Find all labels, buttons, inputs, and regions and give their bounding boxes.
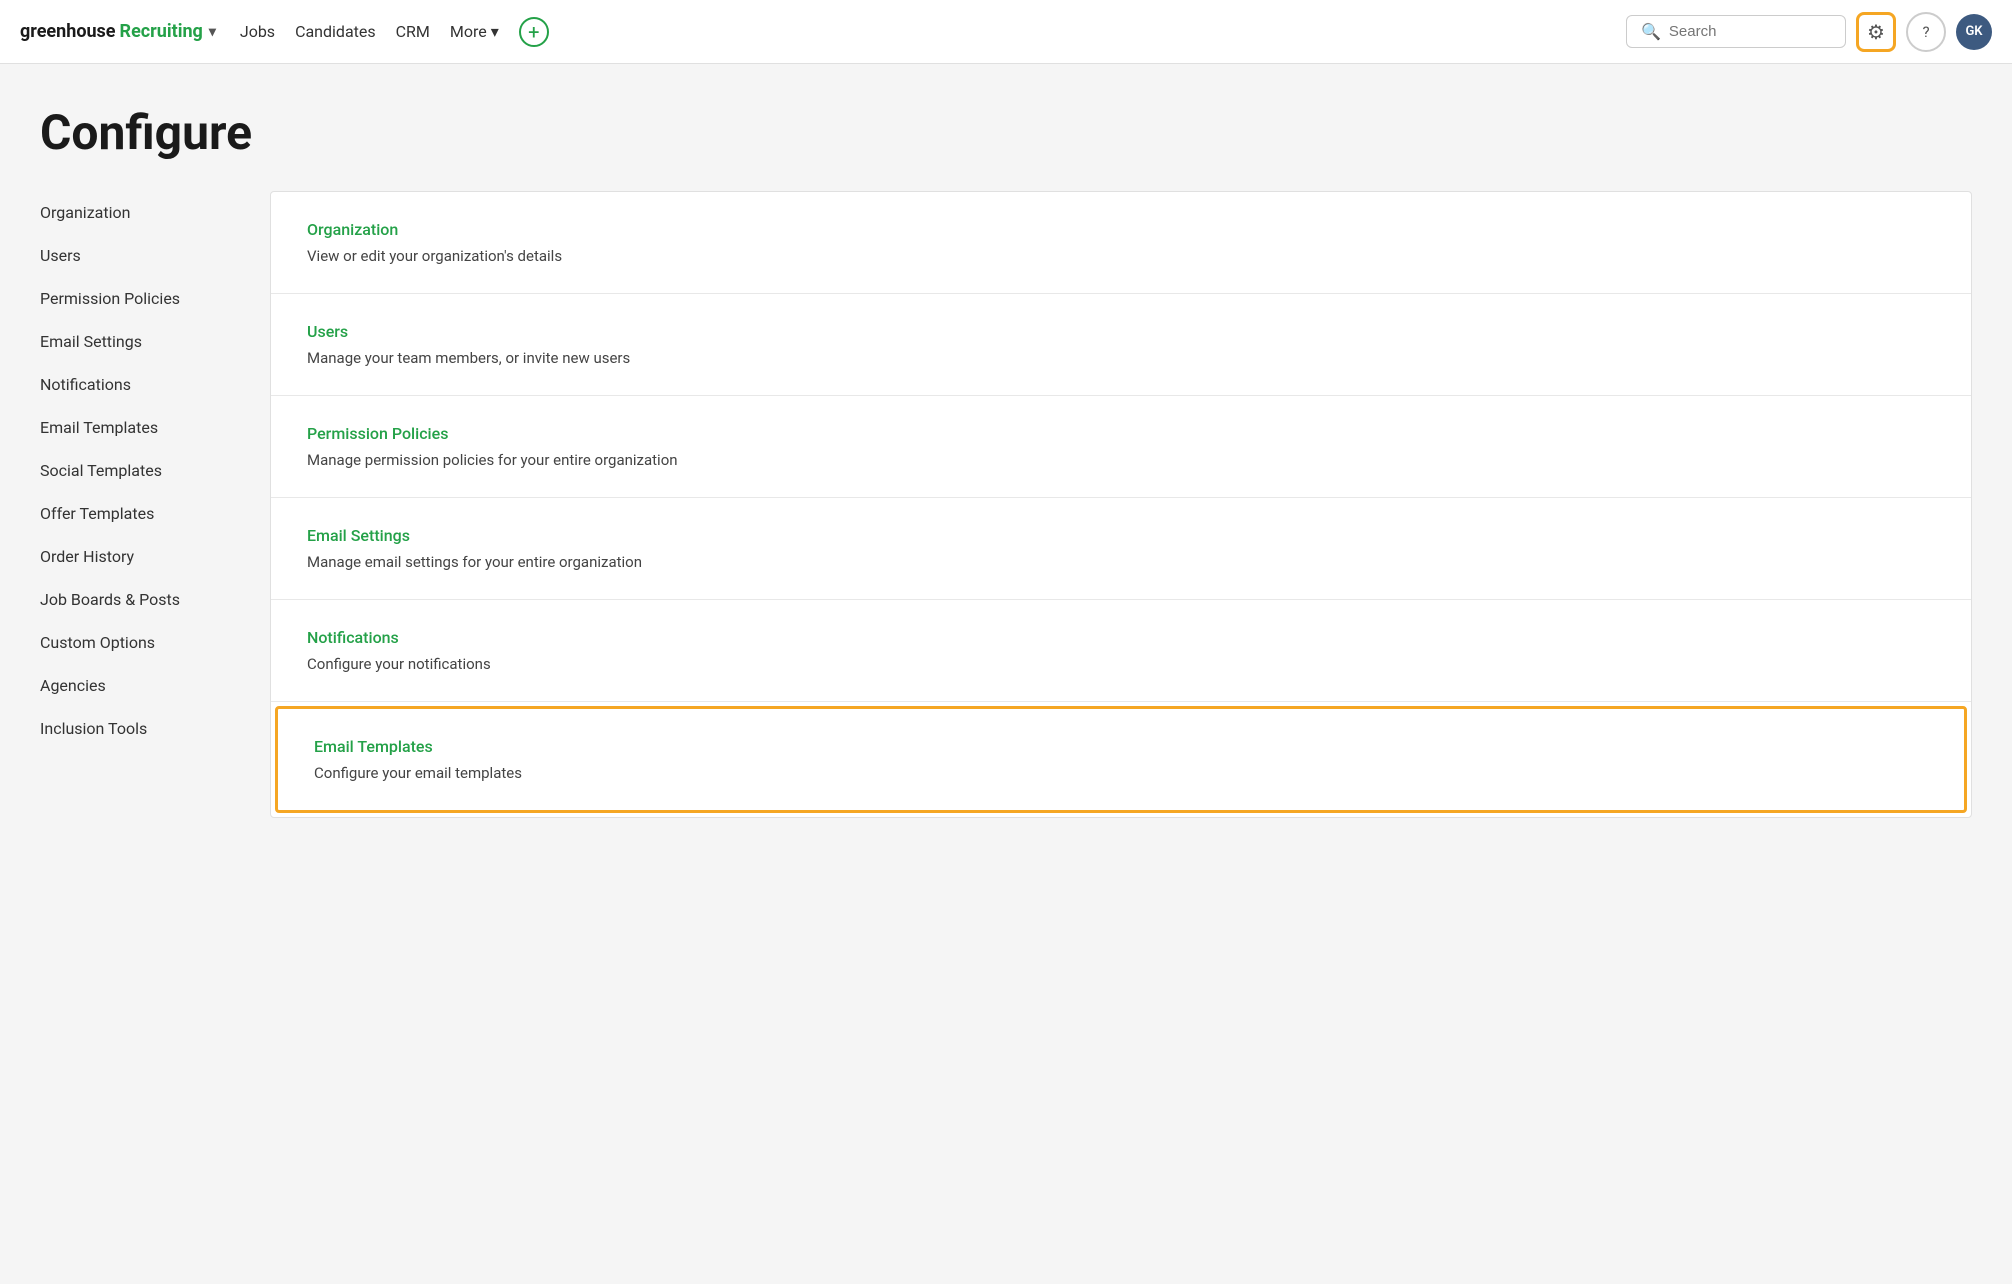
content-item-users-title[interactable]: Users [307,322,1935,341]
content-item-notifications: Notifications Configure your notificatio… [271,600,1971,702]
content-item-email-templates-desc: Configure your email templates [314,764,1928,782]
sidebar-item-permission-policies[interactable]: Permission Policies [40,277,260,320]
search-box: 🔍 [1626,15,1846,48]
content-item-permission-policies-desc: Manage permission policies for your enti… [307,451,1935,469]
sidebar-item-organization[interactable]: Organization [40,191,260,234]
brand-recruiting-text: Recruiting [120,21,203,42]
content-item-organization: Organization View or edit your organizat… [271,192,1971,294]
content-item-users-desc: Manage your team members, or invite new … [307,349,1935,367]
nav-add-button[interactable]: + [519,17,549,47]
sidebar: Organization Users Permission Policies E… [40,191,270,818]
nav-crm[interactable]: CRM [396,22,430,41]
sidebar-item-email-settings[interactable]: Email Settings [40,320,260,363]
nav-candidates[interactable]: Candidates [295,22,376,41]
content-layout: Organization Users Permission Policies E… [40,191,1972,818]
sidebar-item-agencies[interactable]: Agencies [40,664,260,707]
search-icon: 🔍 [1641,22,1661,41]
content-item-users: Users Manage your team members, or invit… [271,294,1971,396]
nav-more[interactable]: More ▾ [450,22,499,41]
content-item-permission-policies: Permission Policies Manage permission po… [271,396,1971,498]
main-content: Organization View or edit your organizat… [270,191,1972,818]
sidebar-item-email-templates[interactable]: Email Templates [40,406,260,449]
navbar-right: 🔍 ⚙ ? GK [1626,12,1992,52]
content-item-permission-policies-title[interactable]: Permission Policies [307,424,1935,443]
page-container: Configure Organization Users Permission … [0,64,2012,858]
content-item-email-templates: Email Templates Configure your email tem… [275,706,1967,813]
search-input[interactable] [1669,23,1831,40]
avatar-button[interactable]: GK [1956,14,1992,50]
content-item-organization-title[interactable]: Organization [307,220,1935,239]
sidebar-item-inclusion-tools[interactable]: Inclusion Tools [40,707,260,750]
sidebar-item-notifications[interactable]: Notifications [40,363,260,406]
sidebar-item-order-history[interactable]: Order History [40,535,260,578]
nav-jobs[interactable]: Jobs [240,22,275,41]
sidebar-item-social-templates[interactable]: Social Templates [40,449,260,492]
sidebar-item-offer-templates[interactable]: Offer Templates [40,492,260,535]
gear-button[interactable]: ⚙ [1856,12,1896,52]
help-button[interactable]: ? [1906,12,1946,52]
content-item-email-templates-title[interactable]: Email Templates [314,737,1928,756]
brand-logo[interactable]: greenhouse Recruiting ▾ [20,21,216,42]
sidebar-item-users[interactable]: Users [40,234,260,277]
brand-chevron-icon: ▾ [209,24,216,40]
sidebar-item-job-boards-posts[interactable]: Job Boards & Posts [40,578,260,621]
content-item-notifications-title[interactable]: Notifications [307,628,1935,647]
content-item-email-settings-title[interactable]: Email Settings [307,526,1935,545]
content-item-email-settings: Email Settings Manage email settings for… [271,498,1971,600]
sidebar-item-custom-options[interactable]: Custom Options [40,621,260,664]
navbar: greenhouse Recruiting ▾ Jobs Candidates … [0,0,2012,64]
page-title: Configure [40,104,1972,161]
nav-links: Jobs Candidates CRM More ▾ + [240,17,549,47]
content-item-notifications-desc: Configure your notifications [307,655,1935,673]
brand-greenhouse-text: greenhouse [20,21,116,42]
content-item-organization-desc: View or edit your organization's details [307,247,1935,265]
content-item-email-settings-desc: Manage email settings for your entire or… [307,553,1935,571]
